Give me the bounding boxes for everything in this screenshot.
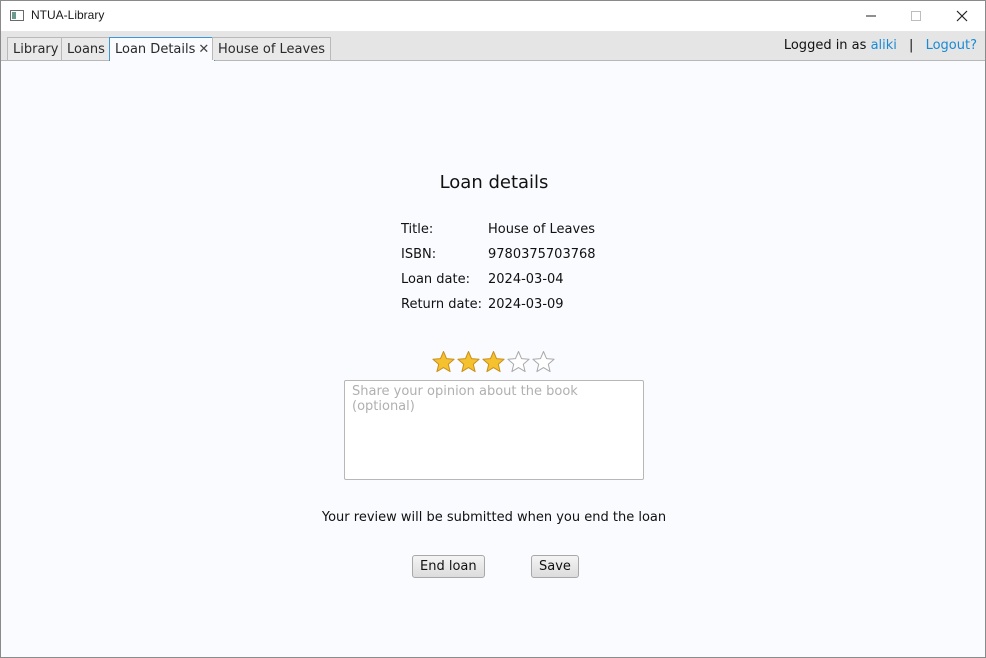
maximize-button[interactable] <box>893 1 939 31</box>
app-icon <box>10 10 24 21</box>
minimize-button[interactable] <box>848 1 894 31</box>
close-tab-icon[interactable]: ✕ <box>198 42 209 57</box>
star-empty-icon[interactable] <box>506 350 531 374</box>
star-filled-icon[interactable] <box>456 350 481 374</box>
field-value: 2024-03-09 <box>488 297 564 312</box>
tab-label: Loans <box>67 42 105 57</box>
username-link[interactable]: aliki <box>871 38 897 53</box>
tab-label: House of Leaves <box>218 42 325 57</box>
field-label: Title: <box>401 222 434 237</box>
app-window: NTUA-Library Library Loans Loan Details ✕… <box>0 0 986 658</box>
session-separator: | <box>909 38 914 53</box>
field-label: Return date: <box>401 297 482 312</box>
field-label: Loan date: <box>401 272 470 287</box>
tab-label: Loan Details <box>115 42 196 57</box>
end-loan-button[interactable]: End loan <box>412 555 485 578</box>
window-title: NTUA-Library <box>31 8 105 22</box>
close-icon <box>956 10 968 22</box>
page-title: Loan details <box>439 172 549 193</box>
tab-library[interactable]: Library <box>7 37 65 60</box>
title-bar: NTUA-Library <box>1 1 985 32</box>
logged-in-label: Logged in as <box>783 38 867 53</box>
minimize-icon <box>866 15 876 17</box>
star-rating[interactable] <box>431 350 556 374</box>
maximize-icon <box>911 11 921 21</box>
session-info: Logged in as aliki | Logout? <box>784 38 977 53</box>
logout-link[interactable]: Logout? <box>926 38 977 53</box>
tab-bar: Library Loans Loan Details ✕ House of Lea… <box>1 32 985 61</box>
field-value: 9780375703768 <box>488 247 596 262</box>
star-filled-icon[interactable] <box>431 350 456 374</box>
tab-label: Library <box>13 42 59 57</box>
field-value: 2024-03-04 <box>488 272 564 287</box>
review-note: Your review will be submitted when you e… <box>321 510 667 525</box>
review-textarea[interactable] <box>344 380 644 480</box>
field-value: House of Leaves <box>488 222 595 237</box>
tab-loans[interactable]: Loans <box>61 37 111 60</box>
star-empty-icon[interactable] <box>531 350 556 374</box>
field-label: ISBN: <box>401 247 437 262</box>
star-filled-icon[interactable] <box>481 350 506 374</box>
tab-loan-details[interactable]: Loan Details ✕ <box>109 37 216 61</box>
save-button[interactable]: Save <box>531 555 579 578</box>
loan-details-panel: Loan details Title: House of Leaves ISBN… <box>1 61 985 657</box>
close-window-button[interactable] <box>939 1 985 31</box>
tab-house-of-leaves[interactable]: House of Leaves <box>212 37 331 60</box>
